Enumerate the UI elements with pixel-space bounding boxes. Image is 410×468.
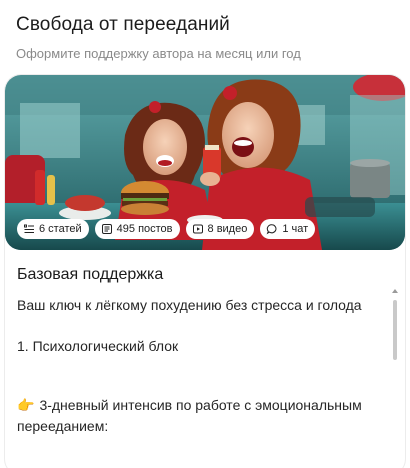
plan-title: Базовая поддержка: [17, 266, 164, 283]
stats-chips: 6 статей 495 постов 8 видео 1 чат: [17, 219, 316, 239]
stat-chip-video: 8 видео: [185, 219, 255, 239]
stat-label: 6 статей: [39, 223, 82, 235]
plan-description: Ваш ключ к лёгкому похудению без стресса…: [17, 295, 377, 437]
page-title: Свобода от перееданий: [16, 14, 230, 35]
stat-label: 1 чат: [282, 223, 309, 235]
stat-chip-articles: 6 статей: [17, 219, 89, 239]
stat-label: 495 постов: [116, 223, 173, 235]
pointing-hand-icon: 👉: [17, 397, 35, 413]
plan-line-with-icon: 👉 3-дневный интенсив по работе с эмоциона…: [17, 395, 377, 437]
plan-line: 1. Психологический блок: [17, 338, 179, 354]
header: Свобода от перееданий Оформите поддержку…: [16, 12, 394, 62]
scrollbar-thumb[interactable]: [393, 300, 397, 360]
scroll-up-arrow[interactable]: [392, 289, 398, 293]
posts-icon: [101, 224, 112, 234]
plan-line: 3-дневный интенсив по работе с эмоционал…: [17, 397, 362, 434]
page-subtitle: Оформите поддержку автора на месяц или г…: [16, 46, 301, 61]
plan-body: Базовая поддержка Ваш ключ к лёгкому пох…: [17, 265, 389, 437]
video-icon: [192, 224, 203, 234]
plan-line: Ваш ключ к лёгкому похудению без стресса…: [17, 297, 362, 313]
cover-image: 6 статей 495 постов 8 видео 1 чат: [5, 75, 405, 250]
subscription-card[interactable]: 6 статей 495 постов 8 видео 1 чат Базова…: [5, 75, 405, 468]
stat-label: 8 видео: [207, 223, 248, 235]
chat-icon: [266, 224, 277, 235]
articles-icon: [24, 224, 34, 233]
stat-chip-chat: 1 чат: [260, 219, 316, 239]
stat-chip-posts: 495 постов: [94, 219, 180, 239]
